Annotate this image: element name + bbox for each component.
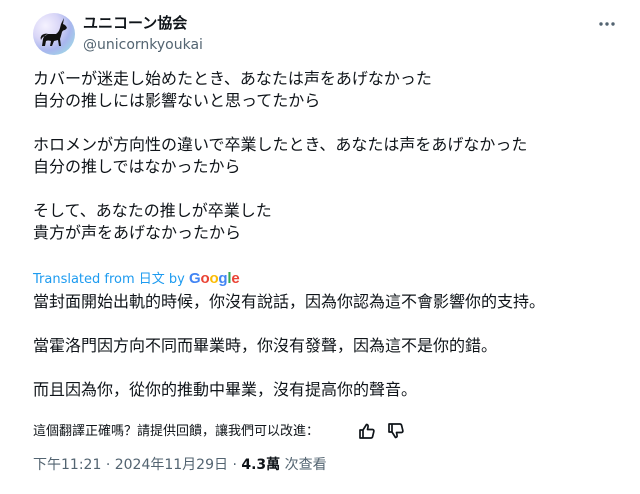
tweet-meta: 下午11:21 · 2024年11月29日 · 4.3萬 次查看 — [33, 456, 327, 475]
translation-credit[interactable]: Translated from 日文 by Google — [33, 270, 240, 289]
more-options-icon[interactable] — [597, 14, 617, 34]
translated-paragraph-2: 當霍洛門因方向不同而畢業時，你沒有發聲，因為這不是你的錯。 — [33, 336, 498, 355]
thumbs-down-icon[interactable] — [386, 421, 406, 441]
tweet-original-text: カバーが迷走し始めたとき、あなたは声をあげなかった 自分の推しには影響ないと思っ… — [33, 68, 613, 244]
google-logo: Google — [189, 270, 240, 287]
meta-separator: · — [232, 457, 237, 473]
author-handle[interactable]: @unicornkyoukai — [83, 36, 203, 54]
author-name[interactable]: ユニコーン協会 — [83, 14, 187, 33]
tweet-translated-text: 當封面開始出軌的時候，你沒有說話，因為你認為這不會影響你的支持。 當霍洛門因方向… — [33, 290, 613, 402]
thumbs-up-icon[interactable] — [357, 421, 377, 441]
view-count-label: 次查看 — [284, 457, 327, 473]
meta-separator: · — [105, 457, 111, 473]
text-line: カバーが迷走し始めたとき、あなたは声をあげなかった — [33, 69, 432, 88]
translation-feedback-prompt: 這個翻譯正確嗎？請提供回饋，讓我們可以改進： — [33, 424, 320, 439]
avatar[interactable] — [33, 13, 75, 55]
view-count: 4.3萬 — [241, 457, 281, 473]
text-line: 自分の推しではなかったから — [33, 157, 241, 176]
text-line: 貴方が声をあげなかったから — [33, 223, 242, 242]
paragraph-1: カバーが迷走し始めたとき、あなたは声をあげなかった 自分の推しには影響ないと思っ… — [33, 68, 613, 112]
text-line: 自分の推しには影響ないと思ってたから — [33, 91, 321, 110]
text-line: そして、あなたの推しが卒業した — [33, 201, 272, 220]
tweet-date[interactable]: 2024年11月29日 — [115, 457, 228, 473]
paragraph-2: ホロメンが方向性の違いで卒業したとき、あなたは声をあげなかった 自分の推しではな… — [33, 134, 613, 178]
paragraph-3: そして、あなたの推しが卒業した 貴方が声をあげなかったから — [33, 200, 613, 244]
translated-paragraph-3: 而且因為你，從你的推動中畢業，沒有提高你的聲音。 — [33, 380, 418, 399]
translation-credit-text: Translated from 日文 by — [33, 272, 185, 287]
unicorn-icon — [40, 18, 67, 46]
text-line: ホロメンが方向性の違いで卒業したとき、あなたは声をあげなかった — [33, 135, 528, 154]
translated-paragraph-1: 當封面開始出軌的時候，你沒有說話，因為你認為這不會影響你的支持。 — [33, 292, 546, 311]
tweet-time[interactable]: 下午11:21 — [33, 457, 101, 473]
